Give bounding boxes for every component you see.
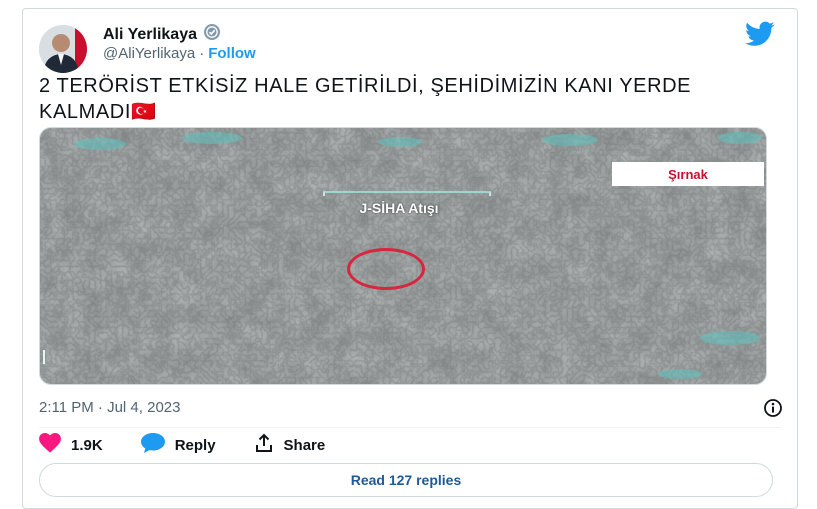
strike-caption-text: J-SİHA Atışı bbox=[359, 200, 439, 216]
like-button[interactable]: 1.9K bbox=[39, 433, 103, 457]
speech-bubble-icon bbox=[140, 433, 165, 457]
tweet-text: 2 TERÖRİST ETKİSİZ HALE GETİRİLDİ, ŞEHİD… bbox=[39, 73, 779, 125]
tweet-card: Ali Yerlikaya @AliYerlikaya · Follow 2 T… bbox=[22, 8, 798, 509]
follow-button[interactable]: Follow bbox=[208, 45, 256, 62]
location-label: Şırnak bbox=[612, 162, 764, 186]
turkey-flag-emoji: 🇹🇷 bbox=[131, 101, 157, 123]
share-upload-icon bbox=[254, 433, 274, 457]
target-ring-marker bbox=[347, 248, 425, 290]
handle-separator: · bbox=[199, 45, 205, 62]
actions-divider bbox=[39, 427, 781, 428]
share-label: Share bbox=[283, 436, 326, 454]
share-button[interactable]: Share bbox=[254, 433, 326, 457]
tweet-timestamp[interactable]: 2:11 PM · Jul 4, 2023 bbox=[39, 399, 180, 416]
twitter-bird-icon[interactable] bbox=[745, 21, 775, 47]
tweet-video[interactable]: Şırnak J-SİHA Atışı bbox=[39, 127, 767, 385]
like-count: 1.9K bbox=[71, 436, 103, 454]
author-name[interactable]: Ali Yerlikaya bbox=[103, 26, 197, 44]
read-replies-button[interactable]: Read 127 replies bbox=[39, 463, 773, 497]
heart-icon bbox=[39, 433, 61, 457]
reply-label: Reply bbox=[174, 436, 216, 454]
info-icon[interactable] bbox=[763, 398, 783, 418]
author-handle-row: @AliYerlikaya · Follow bbox=[103, 45, 256, 62]
verified-badge-icon bbox=[203, 23, 221, 46]
author-handle[interactable]: @AliYerlikaya bbox=[103, 45, 195, 62]
reply-button[interactable]: Reply bbox=[140, 433, 216, 457]
author-name-row: Ali Yerlikaya bbox=[103, 23, 221, 46]
author-avatar[interactable] bbox=[39, 25, 87, 73]
strike-caption: J-SİHA Atışı bbox=[324, 200, 474, 216]
tweet-actions: 1.9K Reply Share bbox=[39, 433, 363, 457]
